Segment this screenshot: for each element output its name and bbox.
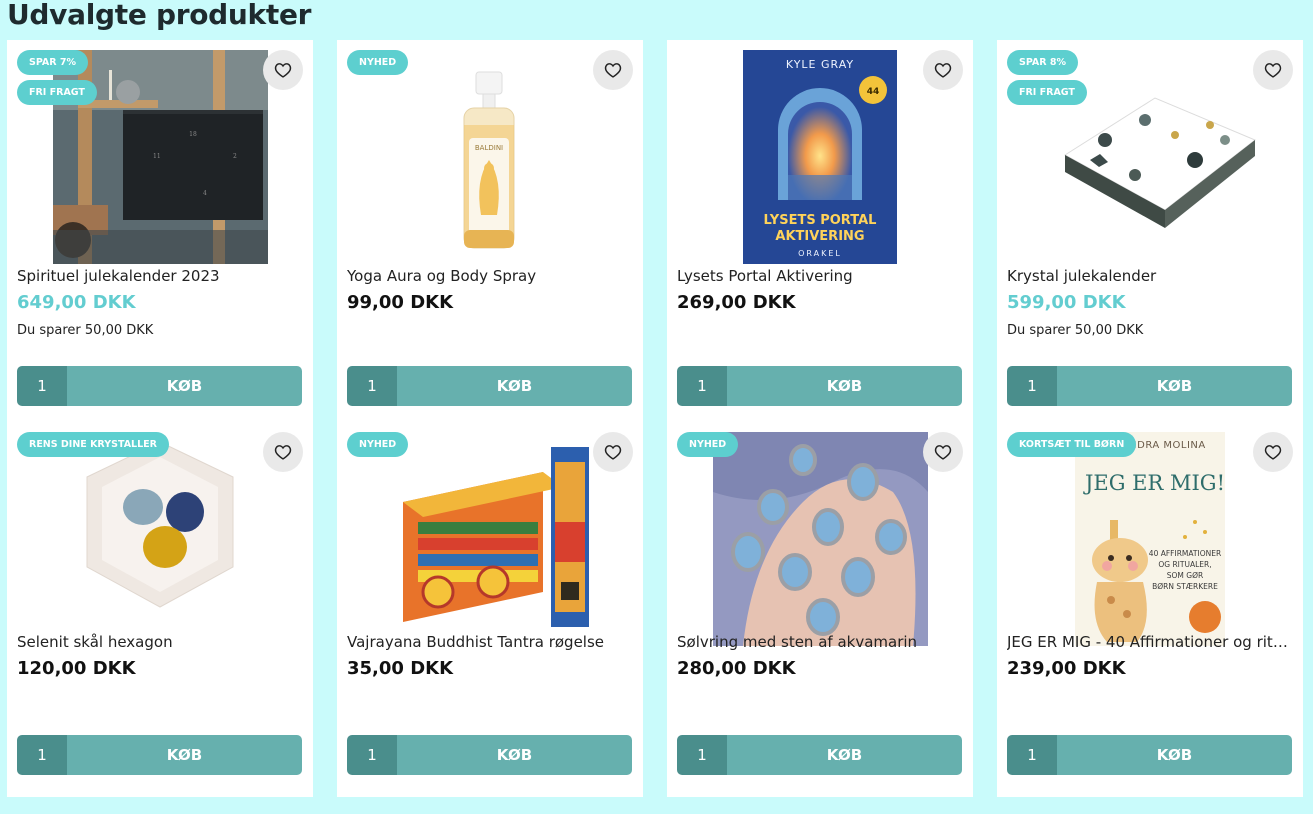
quantity-input[interactable]: 1 bbox=[347, 735, 397, 775]
product-price: 280,00 DKK bbox=[677, 658, 796, 679]
heart-icon bbox=[604, 445, 622, 460]
quantity-input[interactable]: 1 bbox=[17, 735, 67, 775]
product-card: RENS DINE KRYSTALLER Selenit skål hexago… bbox=[7, 422, 313, 797]
svg-text:BALDINI: BALDINI bbox=[475, 144, 503, 152]
product-card: SPAR 8% FRI FRAGT Krystal julekalender 5… bbox=[997, 40, 1303, 422]
favorite-button[interactable] bbox=[1253, 50, 1293, 90]
book-title-2: AKTIVERING bbox=[775, 229, 864, 244]
badge-new: NYHED bbox=[677, 432, 739, 457]
quantity-input[interactable]: 1 bbox=[1007, 735, 1057, 775]
quantity-input[interactable]: 1 bbox=[677, 366, 727, 406]
badge-free-shipping: FRI FRAGT bbox=[1007, 80, 1087, 105]
book-line-1: 40 AFFIRMATIONER bbox=[1149, 549, 1221, 558]
buy-row: 1 KØB bbox=[347, 735, 632, 775]
buy-button[interactable]: KØB bbox=[397, 735, 632, 775]
buy-row: 1 KØB bbox=[677, 366, 962, 406]
heart-icon bbox=[934, 445, 952, 460]
buy-button[interactable]: KØB bbox=[1057, 366, 1292, 406]
book-line-3: SOM GØR bbox=[1167, 571, 1203, 580]
product-price: 269,00 DKK bbox=[677, 292, 796, 313]
badge-new: NYHED bbox=[347, 432, 409, 457]
product-card: ALEXANDRA MOLINA JEG ER MIG! 40 AFFIRMAT… bbox=[997, 422, 1303, 797]
buy-button[interactable]: KØB bbox=[67, 735, 302, 775]
product-price: 120,00 DKK bbox=[17, 658, 136, 679]
svg-text:4: 4 bbox=[203, 190, 207, 197]
badge-discount: SPAR 7% bbox=[17, 50, 89, 75]
favorite-button[interactable] bbox=[263, 50, 303, 90]
section-title: Udvalgte produkter bbox=[7, 0, 312, 31]
heart-icon bbox=[1264, 63, 1282, 78]
product-card: NYHED Vajrayana Buddhist Tantra røgelse … bbox=[337, 422, 643, 797]
buy-row: 1 KØB bbox=[17, 366, 302, 406]
product-card: 18 11 2 4 SPAR 7% FRI FRAGT Spirituel ju… bbox=[7, 40, 313, 422]
buy-row: 1 KØB bbox=[1007, 735, 1292, 775]
product-name[interactable]: Lysets Portal Aktivering bbox=[677, 267, 963, 285]
buy-row: 1 KØB bbox=[17, 735, 302, 775]
product-price: 35,00 DKK bbox=[347, 658, 454, 679]
heart-icon bbox=[604, 63, 622, 78]
quantity-input[interactable]: 1 bbox=[677, 735, 727, 775]
buy-button[interactable]: KØB bbox=[67, 366, 302, 406]
svg-text:2: 2 bbox=[233, 153, 237, 160]
buy-row: 1 KØB bbox=[347, 366, 632, 406]
favorite-button[interactable] bbox=[593, 432, 633, 472]
product-price: 239,00 DKK bbox=[1007, 658, 1126, 679]
buy-button[interactable]: KØB bbox=[727, 735, 962, 775]
product-card: NYHED Sølvring med sten af akvamarin 280… bbox=[667, 422, 973, 797]
product-card: KYLE GRAY 44 LYSETS PORTAL AKTIVERING OR… bbox=[667, 40, 973, 422]
product-name[interactable]: Selenit skål hexagon bbox=[17, 633, 303, 651]
svg-text:18: 18 bbox=[189, 131, 197, 138]
product-name[interactable]: Yoga Aura og Body Spray bbox=[347, 267, 633, 285]
saving-note: Du sparer 50,00 DKK bbox=[1007, 323, 1144, 338]
product-name[interactable]: JEG ER MIG - 40 Affirmationer og rituale… bbox=[1007, 633, 1293, 651]
buy-button[interactable]: KØB bbox=[1057, 735, 1292, 775]
saving-note: Du sparer 50,00 DKK bbox=[17, 323, 154, 338]
book-author: KYLE GRAY bbox=[786, 58, 854, 71]
favorite-button[interactable] bbox=[263, 432, 303, 472]
svg-text:11: 11 bbox=[153, 153, 161, 160]
badge-new: NYHED bbox=[347, 50, 409, 75]
buy-button[interactable]: KØB bbox=[727, 366, 962, 406]
quantity-input[interactable]: 1 bbox=[347, 366, 397, 406]
product-price: 599,00 DKK bbox=[1007, 292, 1126, 313]
product-price: 649,00 DKK bbox=[17, 292, 136, 313]
book-title: JEG ER MIG! bbox=[1083, 471, 1225, 495]
buy-row: 1 KØB bbox=[677, 735, 962, 775]
product-card: BALDINI NYHED Yoga Aura og Body Spray 99… bbox=[337, 40, 643, 422]
product-name[interactable]: Krystal julekalender bbox=[1007, 267, 1293, 285]
buy-row: 1 KØB bbox=[1007, 366, 1292, 406]
product-grid: 18 11 2 4 SPAR 7% FRI FRAGT Spirituel ju… bbox=[7, 40, 1303, 797]
badge-free-shipping: FRI FRAGT bbox=[17, 80, 97, 105]
product-name[interactable]: Spirituel julekalender 2023 bbox=[17, 267, 303, 285]
book-sticker: 44 bbox=[867, 87, 880, 97]
product-name[interactable]: Vajrayana Buddhist Tantra røgelse bbox=[347, 633, 633, 651]
book-subtitle: ORAKEL bbox=[798, 249, 842, 258]
favorite-button[interactable] bbox=[923, 432, 963, 472]
buy-button[interactable]: KØB bbox=[397, 366, 632, 406]
heart-icon bbox=[274, 63, 292, 78]
quantity-input[interactable]: 1 bbox=[17, 366, 67, 406]
heart-icon bbox=[274, 445, 292, 460]
badge-category: KORTSÆT TIL BØRN bbox=[1007, 432, 1137, 457]
favorite-button[interactable] bbox=[923, 50, 963, 90]
book-line-2: OG RITUALER, bbox=[1158, 560, 1211, 569]
favorite-button[interactable] bbox=[593, 50, 633, 90]
product-price: 99,00 DKK bbox=[347, 292, 454, 313]
product-name[interactable]: Sølvring med sten af akvamarin bbox=[677, 633, 963, 651]
badge-promo: RENS DINE KRYSTALLER bbox=[17, 432, 169, 457]
heart-icon bbox=[934, 63, 952, 78]
favorite-button[interactable] bbox=[1253, 432, 1293, 472]
heart-icon bbox=[1264, 445, 1282, 460]
book-line-4: BØRN STÆRKERE bbox=[1152, 582, 1218, 591]
book-title-1: LYSETS PORTAL bbox=[764, 213, 877, 228]
quantity-input[interactable]: 1 bbox=[1007, 366, 1057, 406]
badge-discount: SPAR 8% bbox=[1007, 50, 1079, 75]
